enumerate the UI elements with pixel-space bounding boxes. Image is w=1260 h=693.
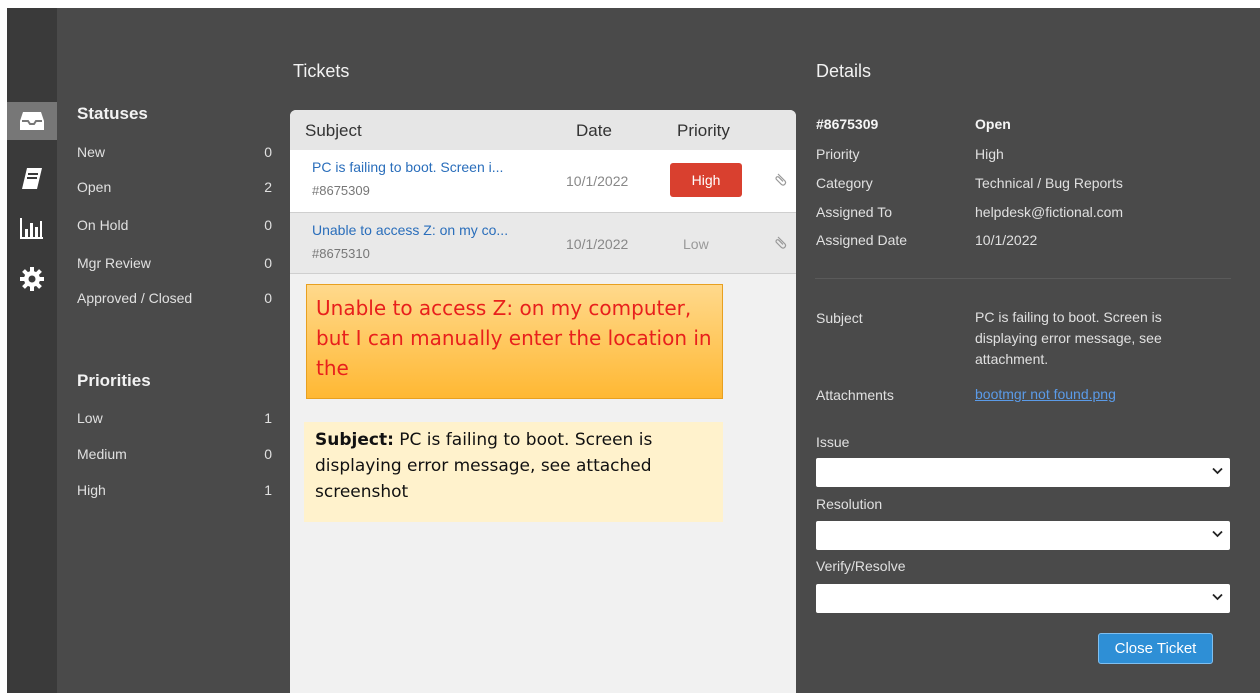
- tickets-heading: Tickets: [293, 61, 350, 81]
- status-label: New: [77, 144, 106, 160]
- ticket-subject[interactable]: PC is failing to boot. Screen i...: [312, 159, 503, 175]
- detail-value: 10/1/2022: [975, 232, 1038, 248]
- ticket-row[interactable]: PC is failing to boot. Screen i... #8675…: [290, 150, 796, 212]
- priority-count: 0: [264, 446, 272, 462]
- detail-subject-label: Subject: [816, 310, 863, 326]
- tickets-panel: Subject Date Priority PC is failing to b…: [290, 110, 796, 693]
- filter-column: Statuses New 0 Open 2 On Hold 0 Mgr Revi…: [77, 8, 287, 693]
- status-label: Approved / Closed: [77, 290, 193, 306]
- priority-count: 1: [264, 482, 272, 498]
- details-heading: Details: [816, 61, 872, 81]
- detail-key: Assigned To: [816, 204, 893, 220]
- status-filter-new[interactable]: New 0: [77, 144, 282, 166]
- priority-badge-low: Low: [683, 236, 709, 252]
- detail-value: helpdesk@fictional.com: [975, 204, 1124, 220]
- book-icon[interactable]: [7, 160, 57, 198]
- priority-filter-medium[interactable]: Medium 0: [77, 446, 282, 468]
- status-filter-on-hold[interactable]: On Hold 0: [77, 217, 282, 239]
- ticket-date: 10/1/2022: [566, 173, 629, 189]
- paperclip-icon[interactable]: [775, 172, 787, 186]
- detail-key: Category: [816, 175, 873, 191]
- bar-chart-icon[interactable]: [7, 209, 57, 247]
- status-label: Mgr Review: [77, 255, 151, 271]
- paperclip-icon[interactable]: [775, 235, 787, 249]
- detail-attachments-label: Attachments: [816, 387, 894, 403]
- callout-label: Subject:: [315, 430, 394, 450]
- priority-label: High: [77, 482, 106, 498]
- issue-label: Issue: [816, 434, 850, 450]
- detail-key: Assigned Date: [816, 232, 908, 248]
- attachment-link[interactable]: bootmgr not found.png: [975, 386, 1116, 402]
- status-filter-open[interactable]: Open 2: [77, 179, 282, 201]
- detail-subject-text: PC is failing to boot. Screen is display…: [975, 309, 1162, 367]
- resolution-select[interactable]: [816, 521, 1230, 550]
- inbox-icon[interactable]: [7, 102, 57, 140]
- detail-value: Technical / Bug Reports: [975, 175, 1123, 191]
- priority-filter-high[interactable]: High 1: [77, 482, 282, 504]
- ticket-subject[interactable]: Unable to access Z: on my co...: [312, 222, 508, 238]
- priority-label: Medium: [77, 446, 127, 462]
- status-filter-approved-closed[interactable]: Approved / Closed 0: [77, 290, 282, 312]
- tickets-table-header: Subject Date Priority: [290, 110, 796, 150]
- priority-badge-high: High: [670, 163, 742, 197]
- detail-status: Open: [975, 116, 1011, 132]
- priorities-heading: Priorities: [77, 371, 151, 390]
- detail-ticket-id: #8675309: [816, 116, 879, 132]
- icon-rail: [7, 8, 57, 693]
- subject-column-header[interactable]: Subject: [305, 121, 362, 141]
- priority-filter-low[interactable]: Low 1: [77, 410, 282, 432]
- chevron-down-icon: [1212, 530, 1223, 538]
- detail-value: High: [975, 146, 1004, 162]
- detail-key: Priority: [816, 146, 860, 162]
- status-count: 0: [264, 255, 272, 271]
- ticket-row[interactable]: Unable to access Z: on my co... #8675310…: [290, 212, 796, 274]
- ticket-id: #8675310: [312, 246, 370, 261]
- status-count: 0: [264, 217, 272, 233]
- verify-resolve-select[interactable]: [816, 584, 1230, 613]
- details-divider: [815, 278, 1231, 279]
- date-column-header[interactable]: Date: [576, 121, 612, 141]
- close-ticket-button[interactable]: Close Ticket: [1098, 633, 1213, 664]
- priority-column-header[interactable]: Priority: [677, 121, 730, 141]
- ticket-id: #8675309: [312, 183, 370, 198]
- status-label: Open: [77, 179, 112, 195]
- priority-count: 1: [264, 410, 272, 426]
- issue-select[interactable]: [816, 458, 1230, 487]
- status-filter-mgr-review[interactable]: Mgr Review 0: [77, 255, 282, 277]
- status-count: 2: [264, 179, 272, 195]
- chevron-down-icon: [1212, 593, 1223, 601]
- resolution-label: Resolution: [816, 496, 883, 512]
- status-label: On Hold: [77, 217, 129, 233]
- annotation-callout: Unable to access Z: on my computer, but …: [306, 284, 723, 399]
- chevron-down-icon: [1212, 467, 1223, 475]
- gear-icon[interactable]: [7, 260, 57, 298]
- status-count: 0: [264, 290, 272, 306]
- statuses-heading: Statuses: [77, 104, 148, 123]
- ticket-date: 10/1/2022: [566, 236, 629, 252]
- annotation-subject-callout: Subject: PC is failing to boot. Screen i…: [304, 422, 723, 522]
- priority-label: Low: [77, 410, 103, 426]
- verify-resolve-label: Verify/Resolve: [816, 558, 906, 574]
- status-count: 0: [264, 144, 272, 160]
